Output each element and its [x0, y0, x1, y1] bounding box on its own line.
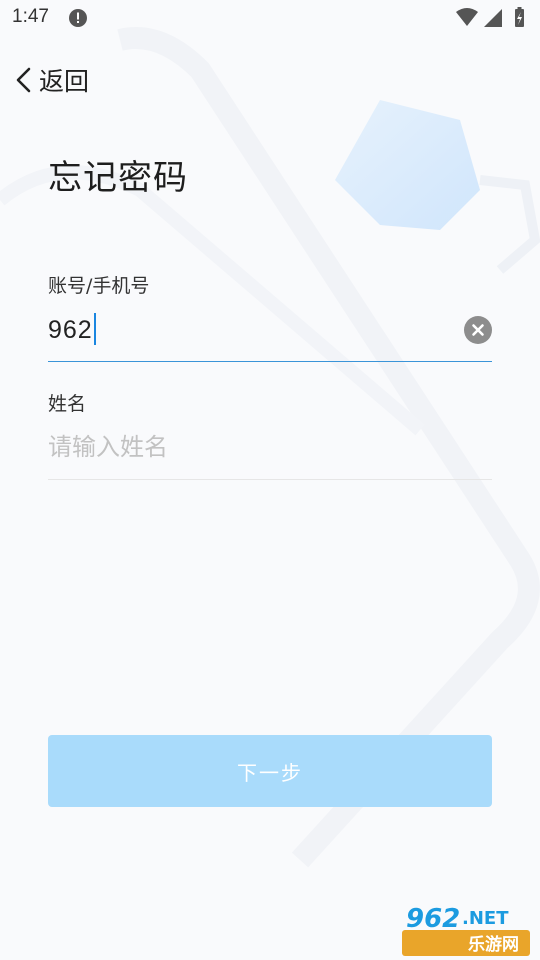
next-button[interactable]: 下一步	[48, 735, 492, 807]
watermark-cn: 乐游网	[468, 934, 519, 955]
status-bar: 1:47	[0, 0, 540, 36]
signal-icon	[484, 9, 502, 27]
background-decoration	[0, 27, 540, 868]
text-cursor	[93, 313, 96, 345]
back-button[interactable]: 返回	[12, 60, 89, 100]
alert-icon	[69, 9, 87, 27]
account-underline	[48, 361, 492, 362]
status-time: 1:47	[12, 6, 49, 27]
account-label: 账号/手机号	[48, 275, 150, 297]
account-value: 962	[48, 316, 93, 344]
battery-icon	[515, 7, 524, 27]
account-field[interactable]: 962	[48, 306, 492, 356]
name-label: 姓名	[48, 393, 87, 415]
back-label: 返回	[39, 67, 90, 96]
watermark-suffix: .NET	[462, 908, 509, 929]
name-underline	[48, 479, 492, 480]
wifi-icon	[456, 8, 478, 26]
watermark-number: 962	[406, 904, 460, 934]
watermark-logo: 962 .NET 乐游网	[402, 904, 530, 956]
status-icons	[456, 7, 524, 27]
name-input[interactable]	[48, 422, 448, 472]
page-title: 忘记密码	[48, 158, 188, 198]
close-icon	[472, 324, 484, 336]
name-field[interactable]	[48, 422, 492, 472]
clear-button[interactable]	[464, 316, 492, 344]
account-input[interactable]: 962	[48, 313, 96, 345]
chevron-left-icon	[16, 67, 31, 93]
